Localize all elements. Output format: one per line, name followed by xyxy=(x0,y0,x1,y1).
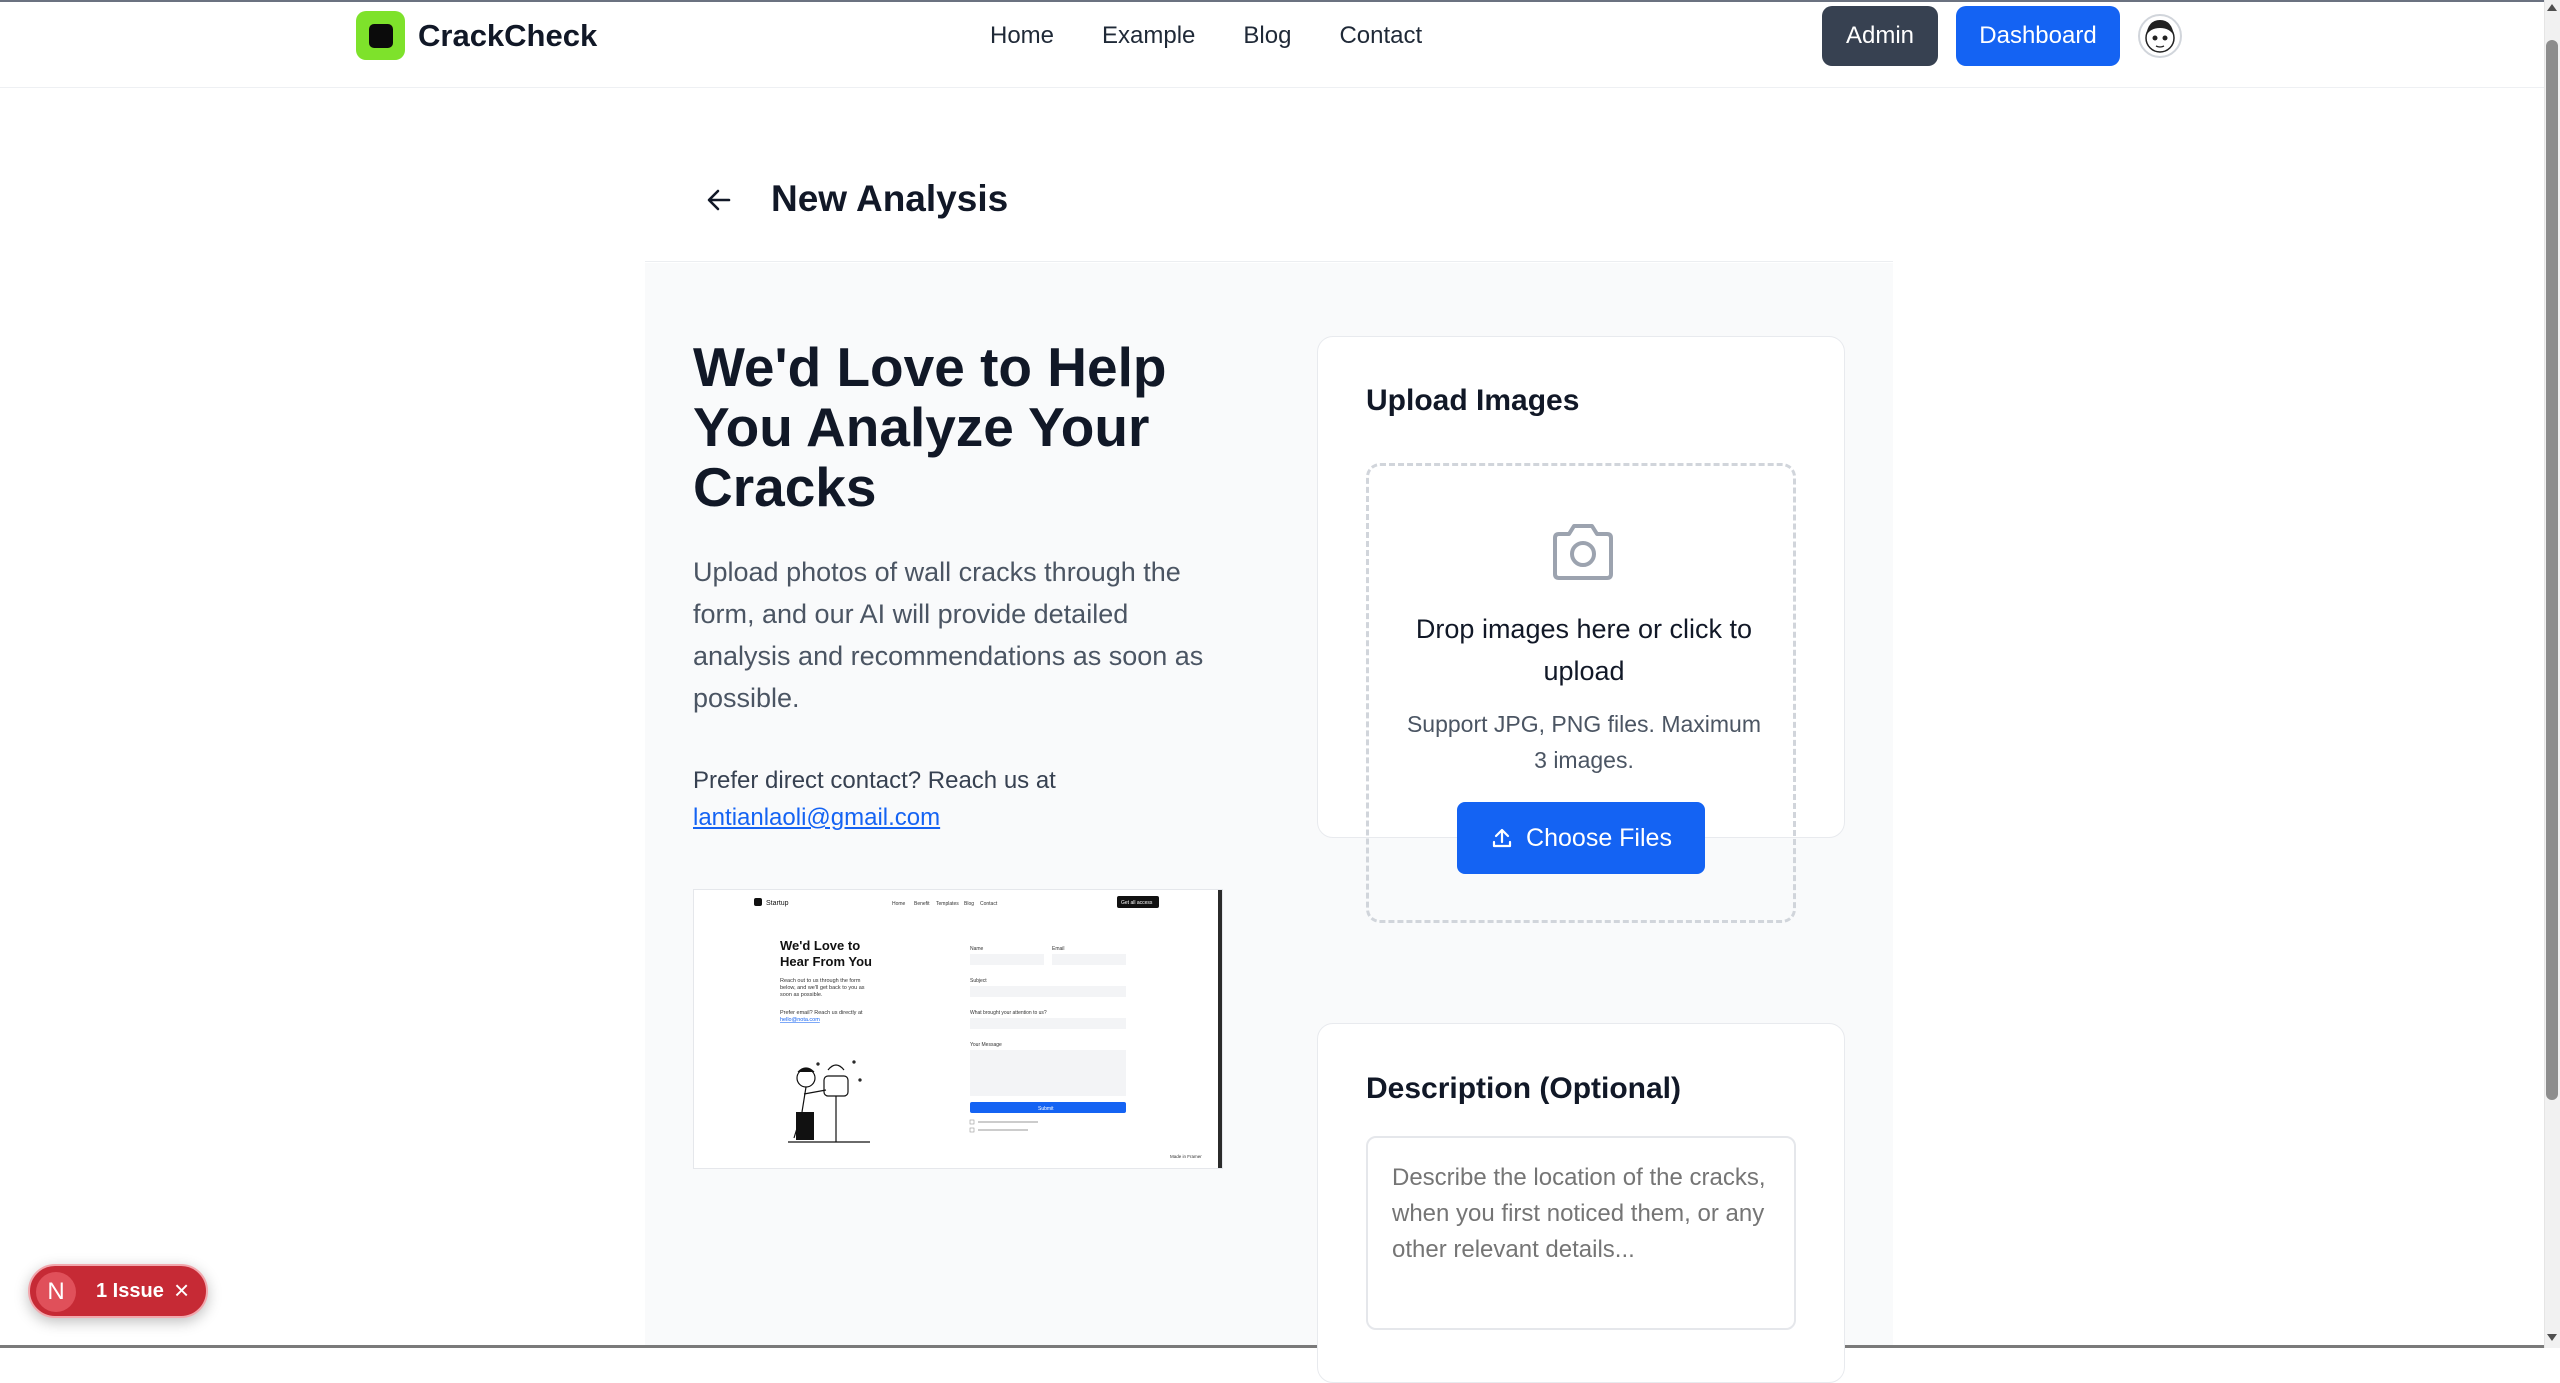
avatar-face-icon xyxy=(2145,20,2175,53)
issue-badge[interactable]: N 1 Issue × xyxy=(28,1264,208,1318)
brand-name: CrackCheck xyxy=(418,17,598,53)
admin-button[interactable]: Admin xyxy=(1822,6,1938,66)
preview-nav-2: Templates xyxy=(936,901,959,907)
preview-submit: Submit xyxy=(1038,1106,1054,1112)
main-nav: Home Example Blog Contact xyxy=(990,22,1422,50)
svg-text:soon as possible.: soon as possible. xyxy=(780,992,823,998)
choose-files-label: Choose Files xyxy=(1526,823,1672,852)
example-preview-image: Startup Home Benefit Templates Blog Cont… xyxy=(693,889,1223,1169)
svg-text:below, and we'll get back to y: below, and we'll get back to you as xyxy=(780,985,865,991)
preview-illustration: Startup Home Benefit Templates Blog Cont… xyxy=(694,890,1222,1168)
svg-text:We'd Love to: We'd Love to xyxy=(780,938,860,953)
nav-example[interactable]: Example xyxy=(1102,22,1195,50)
camera-icon xyxy=(1553,524,1613,580)
brand-logo-icon xyxy=(356,11,405,60)
scrollbar-thumb[interactable] xyxy=(2546,40,2558,1100)
nav-blog[interactable]: Blog xyxy=(1243,22,1291,50)
preview-field-0: Name xyxy=(970,946,984,952)
description-card: Description (Optional) xyxy=(1317,1023,1845,1383)
preview-nav-4: Contact xyxy=(980,901,998,907)
brand[interactable]: CrackCheck xyxy=(356,11,597,60)
scroll-up-arrow-icon[interactable] xyxy=(2547,4,2557,11)
preview-field-3: What brought your attention to us? xyxy=(970,1010,1047,1016)
user-avatar[interactable] xyxy=(2138,14,2182,58)
preview-brand: Startup xyxy=(766,900,789,907)
upload-card: Upload Images Drop images here or click … xyxy=(1317,336,1845,923)
upload-title: Upload Images xyxy=(1366,384,1580,417)
scroll-down-arrow-icon[interactable] xyxy=(2547,1334,2557,1341)
preview-email: hello@nota.com xyxy=(780,1017,820,1023)
svg-text:Hear From You: Hear From You xyxy=(780,954,872,969)
contact-prefix: Prefer direct contact? Reach us at xyxy=(693,767,1056,794)
dropzone-instructions: Drop images here or click to upload xyxy=(1415,614,1753,686)
close-icon[interactable]: × xyxy=(174,1275,189,1306)
preview-footer: Made in Framer xyxy=(1170,1154,1202,1159)
back-arrow-icon[interactable] xyxy=(701,182,737,218)
nav-contact[interactable]: Contact xyxy=(1339,22,1422,50)
main-content: We'd Love to Help You Analyze Your Crack… xyxy=(645,263,1893,1383)
file-support-note: Support JPG, PNG files. Maximum 3 images… xyxy=(1406,711,1762,773)
hero-description: Upload photos of wall cracks through the… xyxy=(693,557,1204,713)
preview-field-1: Email xyxy=(1052,946,1065,952)
dashboard-button[interactable]: Dashboard xyxy=(1956,6,2120,66)
top-navbar: CrackCheck Home Example Blog Contact Adm… xyxy=(0,0,2544,88)
upload-icon xyxy=(1492,828,1512,848)
svg-text:Reach out to us through the fo: Reach out to us through the form xyxy=(780,978,861,984)
nav-home[interactable]: Home xyxy=(990,22,1054,50)
preview-field-4: Your Message xyxy=(970,1042,1002,1048)
choose-files-button[interactable]: Choose Files xyxy=(1457,802,1705,874)
page-header: New Analysis xyxy=(645,150,1893,262)
hero-title: We'd Love to Help You Analyze Your Crack… xyxy=(693,336,1167,518)
nextjs-n-icon: N xyxy=(36,1272,76,1312)
description-textarea[interactable] xyxy=(1366,1136,1796,1330)
page-title: New Analysis xyxy=(771,178,1009,219)
image-dropzone[interactable]: Drop images here or click to upload Supp… xyxy=(1366,463,1796,923)
preview-nav-3: Blog xyxy=(964,901,974,907)
preview-email-prefix: Prefer email? Reach us directly at xyxy=(780,1010,863,1016)
contact-email-link[interactable]: lantianlaoli@gmail.com xyxy=(693,804,940,832)
preview-cta: Get all access xyxy=(1121,900,1153,906)
description-title: Description (Optional) xyxy=(1366,1072,1681,1105)
preview-nav-1: Benefit xyxy=(914,901,930,907)
preview-nav-0: Home xyxy=(892,901,906,907)
preview-field-2: Subject xyxy=(970,978,987,984)
issue-count-label: 1 Issue xyxy=(96,1280,164,1302)
